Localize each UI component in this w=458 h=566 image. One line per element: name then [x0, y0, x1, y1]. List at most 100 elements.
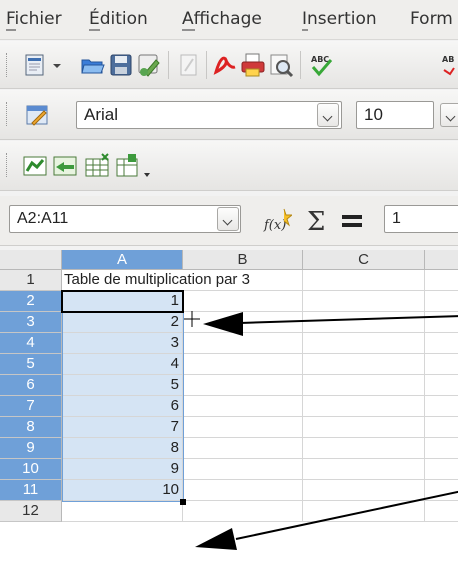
cell-c2[interactable]: [303, 291, 425, 312]
row-header[interactable]: 6: [0, 375, 62, 396]
new-dropdown-arrow-icon[interactable]: [50, 52, 64, 78]
cell-c5[interactable]: [303, 354, 425, 375]
column-header-d[interactable]: [425, 250, 458, 270]
cell-d11[interactable]: [425, 480, 458, 501]
cell-c11[interactable]: [303, 480, 425, 501]
cell-b11[interactable]: [183, 480, 303, 501]
cell-b4[interactable]: [183, 333, 303, 354]
cell-d8[interactable]: [425, 417, 458, 438]
font-name-combo[interactable]: Arial: [76, 101, 342, 129]
cell-b6[interactable]: [183, 375, 303, 396]
insert-sheet-icon[interactable]: [114, 153, 140, 179]
row-header[interactable]: 12: [0, 501, 62, 522]
print-icon[interactable]: [240, 52, 266, 78]
cell-c4[interactable]: [303, 333, 425, 354]
cell-c7[interactable]: [303, 396, 425, 417]
row-header[interactable]: 7: [0, 396, 62, 417]
save-disk-icon[interactable]: [108, 52, 134, 78]
column-header-a[interactable]: A: [62, 250, 183, 270]
select-all-corner[interactable]: [0, 250, 62, 270]
font-name-dropdown-button[interactable]: [317, 103, 339, 127]
cell-c6[interactable]: [303, 375, 425, 396]
save-as-edit-icon[interactable]: [136, 52, 162, 78]
menu-edition[interactable]: Édition: [89, 9, 148, 29]
edit-file-icon[interactable]: [176, 52, 202, 78]
print-preview-icon[interactable]: [268, 52, 294, 78]
cell-a10[interactable]: 9: [62, 459, 183, 480]
cell-b8[interactable]: [183, 417, 303, 438]
cell-a2[interactable]: 1: [62, 291, 183, 312]
cell-c3[interactable]: [303, 312, 425, 333]
new-document-icon[interactable]: [22, 52, 48, 78]
insert-pivot-icon[interactable]: [52, 153, 78, 179]
open-folder-icon[interactable]: [80, 52, 106, 78]
styles-formatting-icon[interactable]: [24, 102, 50, 128]
cell-b12[interactable]: [183, 501, 303, 522]
cell-a3[interactable]: 2: [62, 312, 183, 333]
cell-d5[interactable]: [425, 354, 458, 375]
export-pdf-icon[interactable]: [212, 52, 238, 78]
toolbar-grip[interactable]: [6, 102, 9, 126]
cell-a7[interactable]: 6: [62, 396, 183, 417]
sum-icon[interactable]: Σ: [304, 207, 330, 237]
cell-b3[interactable]: [183, 312, 303, 333]
toolbar-grip[interactable]: [6, 153, 9, 177]
cell-c12[interactable]: [303, 501, 425, 522]
row-header[interactable]: 2: [0, 291, 62, 312]
font-size-combo[interactable]: 10: [356, 101, 434, 129]
row-header[interactable]: 8: [0, 417, 62, 438]
cell-b7[interactable]: [183, 396, 303, 417]
cell-a9[interactable]: 8: [62, 438, 183, 459]
name-box-dropdown-button[interactable]: [217, 207, 239, 231]
row-header[interactable]: 4: [0, 333, 62, 354]
cell-a5[interactable]: 4: [62, 354, 183, 375]
cell-b2[interactable]: [183, 291, 303, 312]
cell-a4[interactable]: 3: [62, 333, 183, 354]
row-header[interactable]: 10: [0, 459, 62, 480]
cell-c10[interactable]: [303, 459, 425, 480]
cell-a8[interactable]: 7: [62, 417, 183, 438]
cell-a12[interactable]: [62, 501, 183, 522]
formula-input[interactable]: 1: [384, 205, 458, 233]
row-header[interactable]: 11: [0, 480, 62, 501]
toolbar-grip[interactable]: [6, 53, 9, 77]
cell-c9[interactable]: [303, 438, 425, 459]
cell-c1[interactable]: [303, 270, 425, 291]
cell-d6[interactable]: [425, 375, 458, 396]
row-header[interactable]: 9: [0, 438, 62, 459]
menu-insertion[interactable]: Insertion: [302, 9, 377, 29]
cell-a6[interactable]: 5: [62, 375, 183, 396]
cell-d10[interactable]: [425, 459, 458, 480]
insert-chart-icon[interactable]: [22, 153, 48, 179]
cell-d1[interactable]: [425, 270, 458, 291]
column-header-b[interactable]: B: [183, 250, 303, 270]
cell-b9[interactable]: [183, 438, 303, 459]
function-equals-icon[interactable]: [340, 207, 366, 233]
toolbar-overflow-icon[interactable]: [142, 153, 152, 179]
font-size-dropdown-button[interactable]: [440, 103, 458, 127]
spellcheck-icon[interactable]: ABC: [308, 52, 334, 78]
name-box[interactable]: A2:A11: [9, 205, 241, 233]
insert-table-icon[interactable]: [84, 153, 110, 179]
cell-d12[interactable]: [425, 501, 458, 522]
cell-d2[interactable]: [425, 291, 458, 312]
menu-affichage[interactable]: Affichage: [182, 9, 262, 29]
menu-format[interactable]: Form: [410, 9, 453, 29]
menu-fichier[interactable]: Fichier: [6, 9, 62, 29]
cell-c8[interactable]: [303, 417, 425, 438]
cell-b5[interactable]: [183, 354, 303, 375]
cell-d3[interactable]: [425, 312, 458, 333]
cell-a11[interactable]: 10: [62, 480, 183, 501]
row-header[interactable]: 3: [0, 312, 62, 333]
cell-a1-title[interactable]: Table de multiplication par 3: [62, 270, 303, 291]
row-header[interactable]: 5: [0, 354, 62, 375]
fill-handle[interactable]: [180, 499, 186, 505]
row-header[interactable]: 1: [0, 270, 62, 291]
function-wizard-icon[interactable]: f(x): [262, 207, 294, 233]
cell-d9[interactable]: [425, 438, 458, 459]
cell-d7[interactable]: [425, 396, 458, 417]
autospellcheck-icon[interactable]: AB: [440, 52, 458, 78]
cell-b10[interactable]: [183, 459, 303, 480]
column-header-c[interactable]: C: [303, 250, 425, 270]
cell-d4[interactable]: [425, 333, 458, 354]
